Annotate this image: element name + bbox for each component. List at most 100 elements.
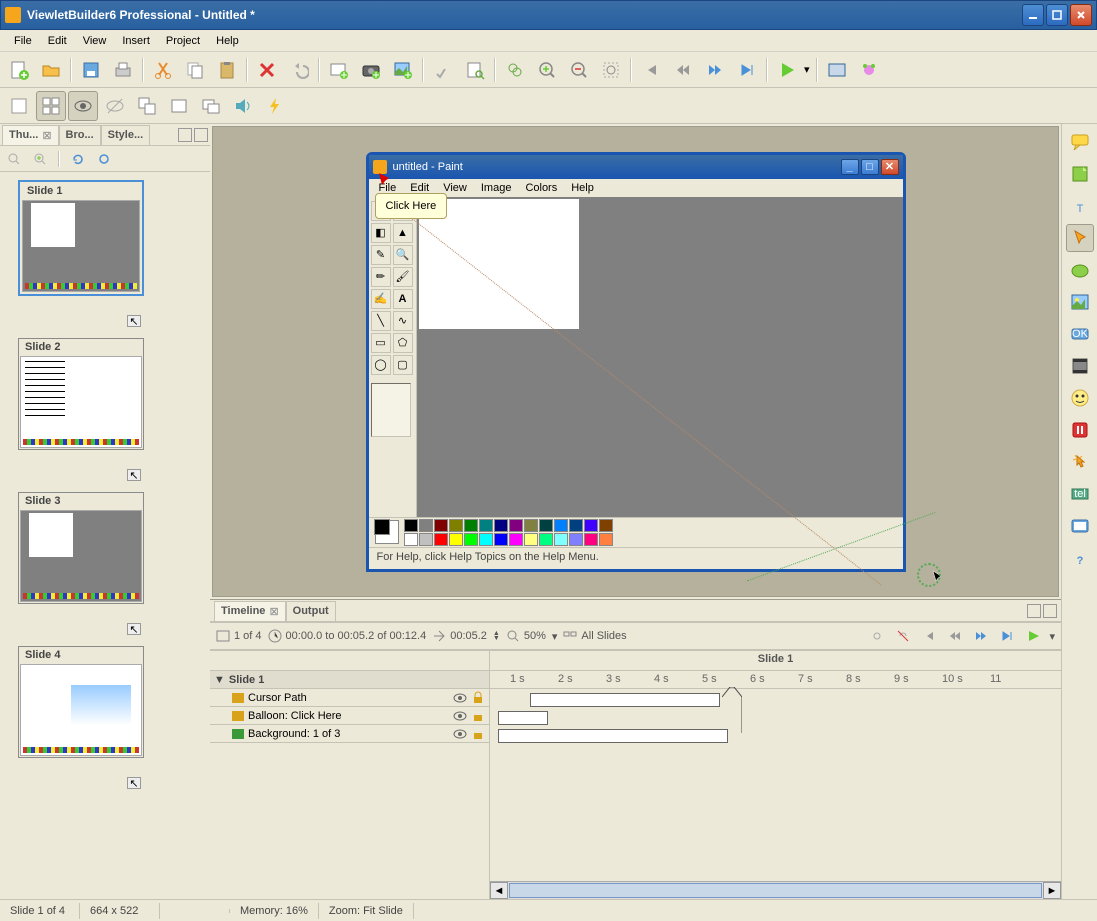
- text-icon[interactable]: A: [393, 289, 413, 309]
- single-slide-button[interactable]: [164, 91, 194, 121]
- browser-preview-button[interactable]: [822, 55, 852, 85]
- save-button[interactable]: [76, 55, 106, 85]
- thumbnails-view-button[interactable]: [36, 91, 66, 121]
- dropdown-icon[interactable]: ▾: [552, 630, 558, 643]
- menu-help[interactable]: Help: [208, 33, 247, 49]
- paint-maximize-button[interactable]: □: [861, 159, 879, 175]
- hidden-layer-button[interactable]: [100, 91, 130, 121]
- color-swatch[interactable]: [524, 533, 538, 546]
- scroll-left-button[interactable]: ◄: [490, 882, 508, 899]
- eye-icon[interactable]: [453, 709, 467, 723]
- text-tool-button[interactable]: T: [1066, 192, 1094, 220]
- zoom-fit-button[interactable]: [596, 55, 626, 85]
- color-swatch[interactable]: [464, 519, 478, 532]
- delete-button[interactable]: [252, 55, 282, 85]
- zoom-out-button[interactable]: [564, 55, 594, 85]
- track-background[interactable]: [498, 729, 728, 743]
- copy-button[interactable]: [180, 55, 210, 85]
- zoom-out-thumb-icon[interactable]: [4, 149, 24, 169]
- airbrush-icon[interactable]: ✍: [371, 289, 391, 309]
- close-button[interactable]: [1070, 4, 1092, 26]
- refresh-thumb-icon[interactable]: [68, 149, 88, 169]
- insert-slide-button[interactable]: [324, 55, 354, 85]
- color-swatch[interactable]: [464, 533, 478, 546]
- paint-menu-colors[interactable]: Colors: [519, 182, 563, 194]
- menu-project[interactable]: Project: [158, 33, 208, 49]
- menu-file[interactable]: File: [6, 33, 40, 49]
- open-button[interactable]: [36, 55, 66, 85]
- color-swatch[interactable]: [479, 519, 493, 532]
- print-button[interactable]: [108, 55, 138, 85]
- color-swatch[interactable]: [539, 519, 553, 532]
- color-swatch[interactable]: [569, 519, 583, 532]
- image-tool-button[interactable]: [1066, 288, 1094, 316]
- zoom-icon[interactable]: 🔍: [393, 245, 413, 265]
- paint-canvas[interactable]: [417, 197, 903, 517]
- last-button[interactable]: [732, 55, 762, 85]
- fill-icon[interactable]: ▲: [393, 223, 413, 243]
- playhead-icon[interactable]: [722, 687, 742, 737]
- lock-icon[interactable]: [471, 727, 485, 741]
- spinner-icon[interactable]: ▲▼: [493, 631, 500, 641]
- undo-button[interactable]: [284, 55, 314, 85]
- tab-timeline[interactable]: Timeline⊠: [214, 601, 286, 621]
- thumbnail-2[interactable]: Slide 2: [18, 338, 144, 450]
- tl-last-button[interactable]: [997, 626, 1017, 646]
- panel-min-icon[interactable]: [194, 128, 208, 142]
- color-swatch[interactable]: [599, 519, 613, 532]
- publish-button[interactable]: [854, 55, 884, 85]
- color-swatch[interactable]: [449, 519, 463, 532]
- color-swatch[interactable]: [509, 533, 523, 546]
- canvas-area[interactable]: untitled - Paint _ □ ✕ File Edit View Im…: [212, 126, 1059, 597]
- color-selector[interactable]: [375, 520, 399, 544]
- color-swatch[interactable]: [509, 519, 523, 532]
- color-swatch[interactable]: [449, 533, 463, 546]
- link-button[interactable]: [867, 626, 887, 646]
- track-cursor-path[interactable]: [530, 693, 720, 707]
- paint-menu-edit[interactable]: Edit: [404, 182, 435, 194]
- paint-close-button[interactable]: ✕: [881, 159, 899, 175]
- color-swatch[interactable]: [479, 533, 493, 546]
- zoom-in-button[interactable]: [532, 55, 562, 85]
- shape-tool-button[interactable]: [1066, 256, 1094, 284]
- color-swatch[interactable]: [419, 519, 433, 532]
- color-swatch[interactable]: [554, 533, 568, 546]
- curve-icon[interactable]: ∿: [393, 311, 413, 331]
- play-button[interactable]: [772, 55, 802, 85]
- roundrect-icon[interactable]: ▢: [393, 355, 413, 375]
- cut-button[interactable]: [148, 55, 178, 85]
- capture-button[interactable]: [356, 55, 386, 85]
- thumbnail-3[interactable]: Slide 3: [18, 492, 144, 604]
- maximize-button[interactable]: [1046, 4, 1068, 26]
- color-swatch[interactable]: [599, 533, 613, 546]
- movie-tool-button[interactable]: [1066, 352, 1094, 380]
- tab-stylesheet[interactable]: Style...: [101, 125, 150, 145]
- color-swatch[interactable]: [584, 519, 598, 532]
- prev-button[interactable]: [668, 55, 698, 85]
- tab-thumbnails[interactable]: Thu...⊠: [2, 125, 59, 145]
- sound-button[interactable]: [228, 91, 258, 121]
- eye-icon[interactable]: [453, 727, 467, 741]
- polygon-icon[interactable]: ⬠: [393, 333, 413, 353]
- color-swatch[interactable]: [434, 519, 448, 532]
- pause-zone-button[interactable]: [1066, 416, 1094, 444]
- picker-icon[interactable]: ✎: [371, 245, 391, 265]
- slide-view-button[interactable]: [4, 91, 34, 121]
- flash-object-button[interactable]: [1066, 384, 1094, 412]
- paste-button[interactable]: [212, 55, 242, 85]
- minimize-button[interactable]: [1022, 4, 1044, 26]
- eye-icon[interactable]: [453, 691, 467, 705]
- click-zone-button[interactable]: [1066, 448, 1094, 476]
- help-button[interactable]: ?: [1066, 544, 1094, 572]
- layer-cursor-path[interactable]: Cursor Path: [210, 689, 489, 707]
- preview-button[interactable]: [500, 55, 530, 85]
- balloon-tooltip[interactable]: Click Here: [375, 193, 448, 219]
- keystroke-zone-button[interactable]: [1066, 512, 1094, 540]
- scroll-right-button[interactable]: ►: [1043, 882, 1061, 899]
- tl-play-button[interactable]: [1023, 626, 1043, 646]
- find-button[interactable]: [460, 55, 490, 85]
- button-tool-button[interactable]: OK: [1066, 320, 1094, 348]
- pencil-icon[interactable]: ✏: [371, 267, 391, 287]
- color-swatch[interactable]: [554, 519, 568, 532]
- color-swatch[interactable]: [434, 533, 448, 546]
